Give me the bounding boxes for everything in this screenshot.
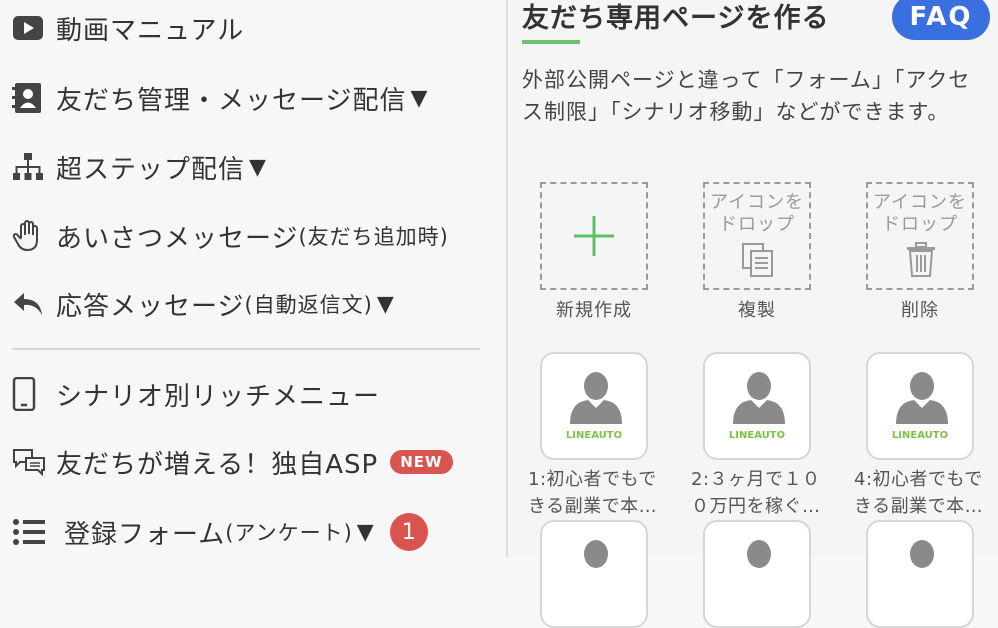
menu-item-auto-reply[interactable]: 応答メッセージ (自動返信文) ▼ — [12, 282, 394, 326]
drop-zone-text-line1: アイコンを — [872, 192, 968, 213]
faq-button[interactable]: FAQ — [892, 0, 990, 40]
page-card[interactable]: LINEAUTO — [540, 352, 648, 460]
user-silhouette-icon — [731, 536, 787, 596]
brand-label: LINEAUTO — [565, 430, 623, 441]
delete-caption: 削除 — [901, 300, 939, 321]
user-silhouette-icon — [568, 536, 624, 596]
delete-drop-zone[interactable]: アイコンを ドロップ — [866, 182, 974, 290]
menu-item-greeting-message[interactable]: あいさつメッセージ (友だち追加時) — [12, 214, 449, 258]
menu-item-label: 友だちが増える！独自ASP — [56, 449, 379, 480]
panel-description: 外部公開ページと違って「フォーム」「アクセス制限」「シナリオ移動」などができます… — [522, 68, 971, 124]
page-card[interactable] — [540, 520, 648, 628]
page-card[interactable]: LINEAUTO — [866, 352, 974, 460]
menu-item-asp[interactable]: 友だちが増える！独自ASP NEW — [12, 440, 453, 484]
drop-zone-text: アイコンを ドロップ — [705, 192, 809, 236]
hierarchy-icon — [12, 149, 48, 185]
menu-item-sublabel: (アンケート) — [225, 521, 353, 545]
menu-item-label: 登録フォーム — [64, 519, 226, 550]
menu-item-label: あいさつメッセージ — [56, 223, 299, 254]
caption-line1: 1:初心者でもで — [528, 469, 657, 490]
user-silhouette-icon — [568, 368, 624, 428]
reply-arrow-icon — [12, 286, 48, 322]
dropdown-arrow: ▼ — [356, 519, 374, 545]
page-card-caption: 2:３ヶ月で１０ ０万円を稼ぐ… — [691, 466, 841, 520]
plus-icon — [572, 214, 616, 262]
caption-line2: ０万円を稼ぐ… — [691, 496, 821, 517]
dropdown-arrow: ▼ — [376, 291, 394, 317]
caption-line2: きる副業で本… — [528, 496, 658, 517]
menu-item-video-manual[interactable]: 動画マニュアル — [12, 6, 244, 50]
hand-icon — [12, 218, 48, 254]
copy-icon — [741, 242, 775, 282]
menu-item-label: 応答メッセージ — [56, 291, 245, 322]
duplicate-caption: 複製 — [738, 300, 776, 321]
brand-label: LINEAUTO — [891, 430, 949, 441]
notification-count-badge: 1 — [389, 513, 428, 551]
page-card[interactable] — [703, 520, 811, 628]
new-badge: NEW — [390, 450, 453, 474]
menu-item-super-step[interactable]: 超ステップ配信 ▼ — [12, 145, 266, 189]
menu-item-registration-form[interactable]: 登録フォーム (アンケート) ▼ 1 — [12, 510, 428, 554]
menu-item-rich-menu[interactable]: シナリオ別リッチメニュー — [12, 372, 380, 416]
menu-item-label: 友だち管理・メッセージ配信 — [56, 85, 407, 116]
drop-zone-text-line2: ドロップ — [882, 214, 958, 235]
new-page-caption: 新規作成 — [556, 300, 632, 321]
drop-zone-text: アイコンを ドロップ — [868, 192, 972, 236]
user-silhouette-icon — [894, 536, 950, 596]
menu-item-sublabel: (友だち追加時) — [298, 225, 449, 249]
dropdown-arrow: ▼ — [249, 154, 266, 180]
friend-page-panel: 友だち専用ページを作る FAQ 外部公開ページと違って「フォーム」「アクセス制限… — [506, 0, 998, 628]
caption-line1: 4:初心者でもで — [854, 469, 983, 490]
menu-item-label: 動画マニュアル — [56, 15, 245, 46]
menu-item-label: 超ステップ配信 — [56, 154, 246, 185]
duplicate-drop-zone[interactable]: アイコンを ドロップ — [703, 182, 811, 290]
brand-label: LINEAUTO — [728, 430, 786, 441]
page-card[interactable]: LINEAUTO — [703, 352, 811, 460]
drop-zone-text-line2: ドロップ — [719, 214, 795, 235]
user-silhouette-icon — [894, 368, 950, 428]
title-underline — [522, 40, 580, 44]
menu-item-friend-management[interactable]: 友だち管理・メッセージ配信 ▼ — [12, 76, 427, 120]
drop-zone-text-line1: アイコンを — [709, 192, 805, 213]
page-card[interactable] — [866, 520, 974, 628]
caption-line1: 2:３ヶ月で１０ — [691, 469, 821, 490]
user-silhouette-icon — [731, 368, 787, 428]
page-card-caption: 4:初心者でもで きる副業で本… — [854, 466, 998, 520]
sidebar-menu: 動画マニュアル 友だち管理・メッセージ配信 ▼ 超ステップ配信 ▼ あいさつメッ… — [0, 0, 506, 557]
menu-item-sublabel: (自動返信文) — [244, 293, 373, 317]
caption-line2: きる副業で本… — [854, 496, 984, 517]
panel-title: 友だち専用ページを作る — [522, 3, 830, 34]
menu-item-label: シナリオ別リッチメニュー — [56, 381, 381, 412]
chat-bubbles-icon — [12, 444, 48, 480]
trash-icon — [906, 242, 936, 282]
new-page-button[interactable] — [540, 182, 648, 290]
smartphone-icon — [12, 376, 48, 412]
page-card-caption: 1:初心者でもで きる副業で本… — [528, 466, 678, 520]
dropdown-arrow: ▼ — [410, 85, 428, 111]
video-play-icon — [12, 10, 48, 46]
list-icon — [12, 514, 48, 550]
contact-book-icon — [12, 80, 48, 116]
menu-divider — [12, 348, 480, 350]
